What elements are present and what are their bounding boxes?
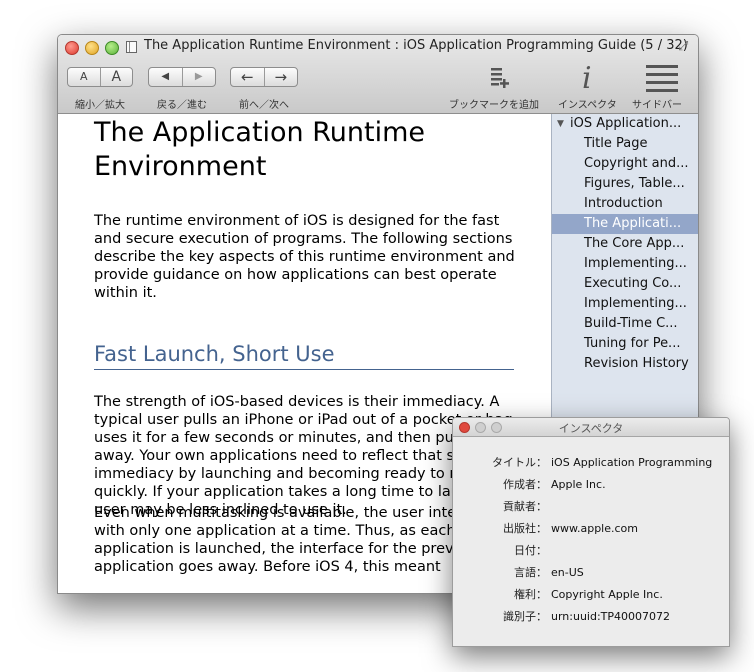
disclosure-triangle-icon[interactable]: ▼ [557,114,564,134]
toc-item[interactable]: Revision History [552,354,698,374]
metadata-row: 識別子： urn:uuid:TP40007072 [453,608,729,626]
back-button[interactable]: ◀ [149,68,182,86]
metadata-row: 貢献者： [453,498,729,516]
toc-item-selected[interactable]: The Applicati... [552,214,698,234]
font-larger-button[interactable]: A [99,68,133,86]
forward-button[interactable]: ▶ [181,68,216,86]
minimize-button[interactable] [85,41,99,55]
toc-item[interactable]: Figures, Table... [552,174,698,194]
document-icon [126,41,137,53]
inspector-icon[interactable]: i [582,61,592,96]
toc-item[interactable]: Build-Time C... [552,314,698,334]
metadata-key: タイトル： [492,456,547,469]
toc-item[interactable]: The Core App... [552,234,698,254]
next-page-button[interactable]: → [263,68,298,86]
page-title: The Application Runtime Environment [94,117,426,182]
toc-item[interactable]: Implementing... [552,254,698,274]
history-label: 戻る／進む [157,100,207,111]
sidebar-toggle-icon[interactable] [646,65,678,93]
metadata-key: 出版社： [503,522,547,535]
font-smaller-button[interactable]: A [68,68,100,86]
metadata-value: www.apple.com [551,522,638,535]
page-nav-control: ← → [230,67,298,87]
metadata-value: Copyright Apple Inc. [551,588,663,601]
metadata-value: Apple Inc. [551,478,606,491]
page-nav-label: 前へ／次へ [239,100,289,111]
window-title: The Application Runtime Environment : iO… [144,38,688,53]
bookmark-label: ブックマークを追加 [449,100,539,111]
inspector-label: インスペクタ [558,100,617,111]
metadata-row: 出版社： www.apple.com [453,520,729,538]
metadata-key: 日付： [514,544,547,557]
metadata-key: 言語： [514,566,547,579]
metadata-value: iOS Application Programming [551,456,713,469]
toc-item[interactable]: Title Page [552,134,698,154]
font-size-control: A A [67,67,133,87]
toc-item[interactable]: Introduction [552,194,698,214]
sidebar-label: サイドバー [632,100,682,111]
history-control: ◀ ▶ [148,67,216,87]
metadata-row: タイトル： iOS Application Programming [453,454,729,472]
metadata-value: en-US [551,566,584,579]
section-heading: Fast Launch, Short Use [94,342,514,370]
toc-item[interactable]: Copyright and... [552,154,698,174]
fullscreen-icon[interactable]: ⤢ [678,39,688,54]
font-size-label: 縮小／拡大 [75,100,125,111]
toc-item[interactable]: Implementing... [552,294,698,314]
metadata-key: 権利： [514,588,547,601]
metadata-key: 貢献者： [503,500,547,513]
toolbar: The Application Runtime Environment : iO… [58,35,698,114]
toc-item[interactable]: Tuning for Pe... [552,334,698,354]
metadata-key: 作成者： [503,478,547,491]
bookmark-add-icon[interactable] [488,66,510,90]
metadata-value: urn:uuid:TP40007072 [551,610,671,623]
toc-item[interactable]: ▼ iOS Application... [552,114,698,134]
metadata-row: 権利： Copyright Apple Inc. [453,586,729,604]
inspector-titlebar: インスペクタ [453,418,729,437]
close-button[interactable] [65,41,79,55]
prev-page-button[interactable]: ← [231,68,264,86]
toc-item[interactable]: Executing Co... [552,274,698,294]
inspector-title: インスペクタ [558,422,624,435]
intro-paragraph: The runtime environment of iOS is design… [94,213,515,301]
zoom-button[interactable] [105,41,119,55]
metadata-row: 日付： [453,542,729,560]
inspector-panel: インスペクタ タイトル： iOS Application Programming… [452,417,730,647]
metadata-row: 作成者： Apple Inc. [453,476,729,494]
metadata-row: 言語： en-US [453,564,729,582]
metadata-key: 識別子： [503,610,547,623]
